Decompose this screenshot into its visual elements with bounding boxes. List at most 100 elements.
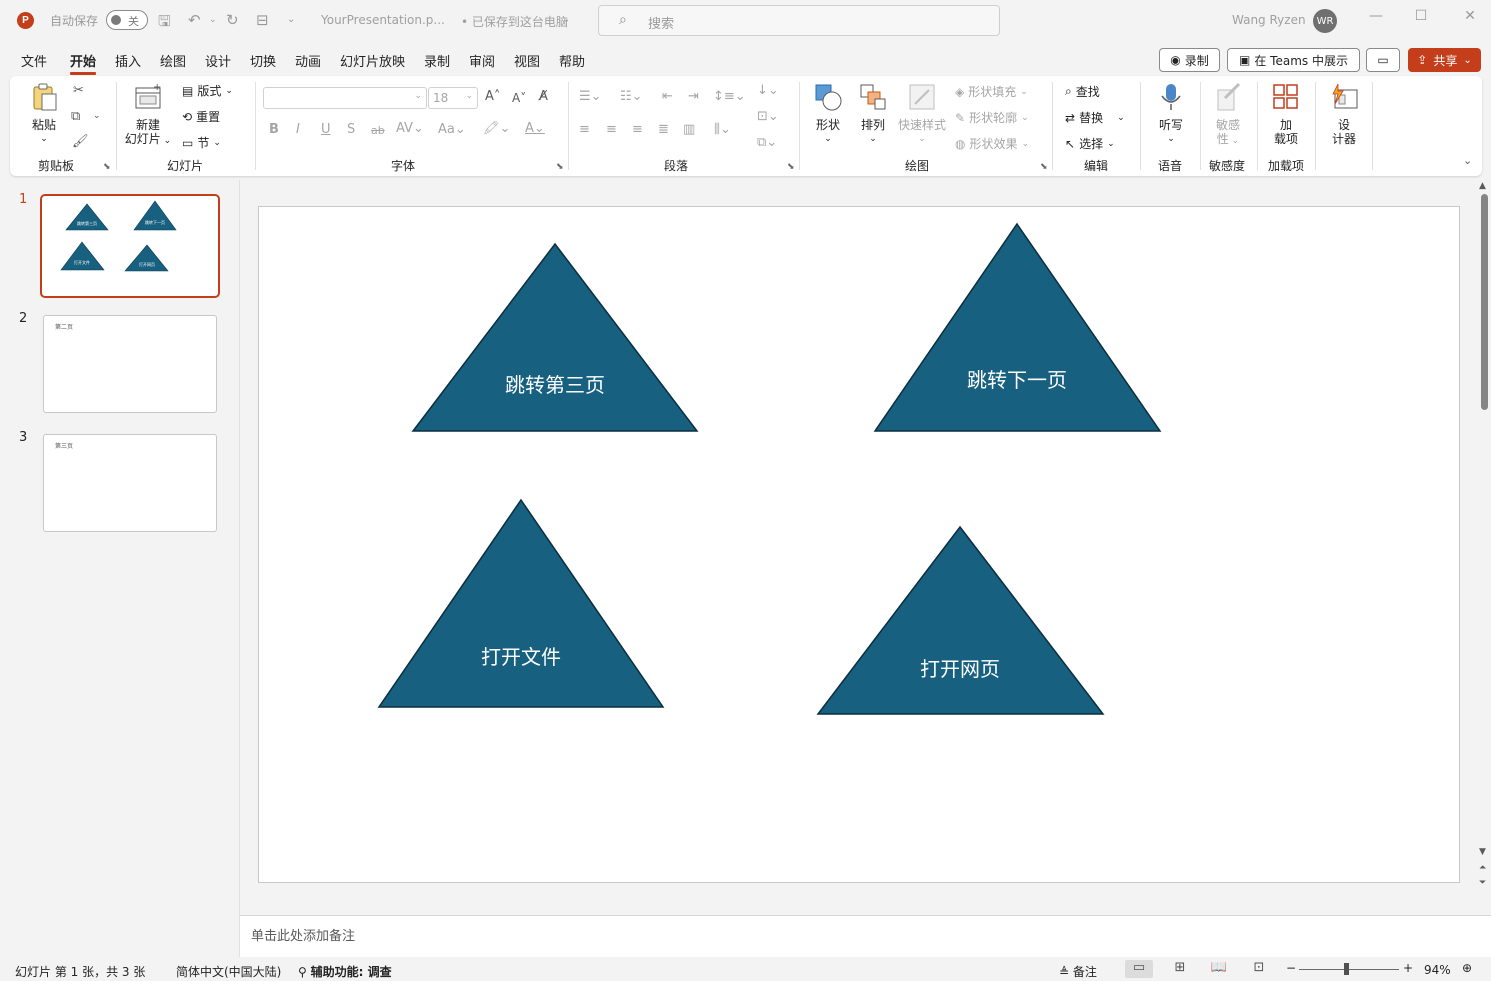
slide-thumbnail-1[interactable]: 跳转第三页 跳转下一页 打开文件 打开网页 [40,194,220,298]
reading-view-icon[interactable]: 📖 [1205,960,1233,978]
paragraph-launcher-icon[interactable]: ⬊ [787,162,795,172]
dictate-button[interactable]: 听写 ⌄ [1153,82,1189,146]
tab-design[interactable]: 设计 [205,51,231,70]
user-name[interactable]: Wang Ryzen [1232,13,1306,27]
new-slide-dropdown-icon[interactable]: ⌄ [161,136,172,146]
tab-insert[interactable]: 插入 [115,51,141,70]
record-button[interactable]: ◉ 录制 [1159,48,1220,72]
notes-toggle[interactable]: ≜ 备注 [1059,963,1097,980]
normal-view-icon[interactable]: ▭ [1125,960,1153,978]
scroll-up-icon[interactable]: ▲ [1479,181,1486,191]
tab-slideshow[interactable]: 幻灯片放映 [340,51,405,70]
cut-icon[interactable]: ✂ [73,83,84,98]
triangle-jump-page-3[interactable] [411,242,699,432]
select-button[interactable]: ↖ 选择 ⌄ [1065,135,1115,152]
tab-transitions[interactable]: 切换 [250,51,276,70]
clear-format-icon[interactable]: A̸ [539,89,548,104]
new-slide-button[interactable]: + 新建 幻灯片 ⌄ [124,82,172,148]
save-icon[interactable]: 🖫 [158,11,171,36]
sensitivity-button[interactable]: 敏感 性 ⌄ [1210,82,1246,148]
addins-button[interactable]: 加 载项 [1268,82,1304,146]
undo-icon[interactable]: ↶ [188,11,201,29]
highlight-color-icon[interactable]: 🖍⌄ [483,121,510,136]
avatar[interactable]: WR [1313,9,1337,33]
file-name[interactable]: YourPresentation.p... [321,13,445,27]
section-button[interactable]: ▭ 节 ⌄ [182,134,221,151]
align-right-icon[interactable]: ≡ [632,122,643,137]
copy-dropdown-icon[interactable]: ⌄ [93,111,101,121]
decrease-font-icon[interactable]: A˅ [512,91,526,105]
smartart-icon[interactable]: ⧉⌄ [757,135,777,150]
ribbon-collapse-icon[interactable]: ⌄ [1463,154,1472,167]
notes-pane[interactable]: 单击此处添加备注 [240,915,1491,957]
arrange-button[interactable]: 排列 ⌄ [855,82,891,146]
tab-animations[interactable]: 动画 [295,51,321,70]
align-center-icon[interactable]: ≡ [606,122,617,137]
autosave-toggle[interactable]: 关 [106,10,148,30]
zoom-level[interactable]: 94% [1424,963,1451,977]
line-spacing-icon[interactable]: ↕≡⌄ [713,89,746,104]
slide-thumbnail-2[interactable]: 第二页 [43,315,217,413]
share-dropdown-icon[interactable]: ⌄ [1463,55,1471,66]
numbering-icon[interactable]: ☷⌄ [620,89,643,104]
find-button[interactable]: ⌕ 查找 [1065,83,1100,100]
tab-help[interactable]: 帮助 [559,51,585,70]
underline-icon[interactable]: U [321,122,331,137]
scroll-down-icon[interactable]: ▼ [1479,847,1486,857]
shape-fill-button[interactable]: ◈ 形状填充 ⌄ [955,83,1028,100]
decrease-indent-icon[interactable]: ⇤ [662,89,673,104]
previous-slide-icon[interactable]: ⏶ [1479,863,1486,873]
align-left-icon[interactable]: ≡ [579,122,590,137]
font-color-icon[interactable]: A⌄ [525,121,545,136]
minimize-icon[interactable]: — [1361,8,1391,32]
undo-dropdown-icon[interactable]: ⌄ [209,15,217,25]
triangle-open-webpage[interactable] [816,525,1105,715]
bold-icon[interactable]: B [269,122,279,137]
vertical-scrollbar[interactable]: ▲ ▼ ⏶ ⏷ [1478,180,1491,915]
font-name-combo[interactable]: ⌄ [263,87,427,109]
fit-to-window-icon[interactable]: ⊕ [1462,961,1472,975]
tab-file[interactable]: 文件 [21,51,47,70]
save-status[interactable]: • 已保存到这台电脑 [461,13,568,30]
tab-draw[interactable]: 绘图 [160,51,186,70]
zoom-slider-handle[interactable] [1344,963,1349,975]
tab-view[interactable]: 视图 [514,51,540,70]
redo-icon[interactable]: ↻ [226,11,239,29]
slide-thumbnail-3[interactable]: 第三页 [43,434,217,532]
paste-button[interactable]: 粘贴 ⌄ [28,82,60,146]
font-launcher-icon[interactable]: ⬊ [556,162,564,172]
shape-effects-button[interactable]: ◍ 形状效果 ⌄ [955,135,1029,152]
increase-indent-icon[interactable]: ⇥ [688,89,699,104]
zoom-slider[interactable] [1299,969,1399,970]
slide-canvas[interactable]: 跳转第三页 跳转下一页 打开文件 打开网页 [258,206,1460,883]
maximize-icon[interactable]: ☐ [1406,8,1436,32]
present-in-teams-button[interactable]: ▣ 在 Teams 中展示 [1227,48,1360,72]
clipboard-launcher-icon[interactable]: ⬊ [103,162,111,172]
close-icon[interactable]: ✕ [1455,8,1485,32]
increase-font-icon[interactable]: A˄ [485,89,500,104]
customize-toolbar-icon[interactable]: ⌄ [287,14,295,25]
zoom-in-icon[interactable]: + [1403,961,1413,975]
align-text-icon[interactable]: ⊡⌄ [757,109,779,124]
zoom-out-icon[interactable]: − [1286,961,1296,975]
search-box[interactable]: ⌕ 搜索 [598,5,1000,36]
character-spacing-icon[interactable]: AV⌄ [396,121,424,136]
shadow-icon[interactable]: S [347,122,355,137]
italic-icon[interactable]: I [296,122,300,137]
font-size-combo[interactable]: 18 ⌄ [428,87,478,109]
save-status-dropdown-icon[interactable]: ⌄ [562,14,570,25]
replace-button[interactable]: ⇄ 替换 ⌄ [1065,109,1125,126]
format-painter-icon[interactable]: 🖌 [72,134,89,149]
tab-review[interactable]: 审阅 [469,51,495,70]
tab-home[interactable]: 开始 [70,51,97,75]
scrollbar-thumb[interactable] [1481,194,1488,410]
bullets-icon[interactable]: ☰⌄ [579,89,602,104]
accessibility-status[interactable]: ⚲ 辅助功能: 调查 [298,963,392,980]
slideshow-icon[interactable]: ⊡ [1245,960,1273,978]
language-status[interactable]: 简体中文(中国大陆) [176,963,281,980]
tab-record[interactable]: 录制 [424,51,450,70]
text-direction-icon[interactable]: ↓⌄ [757,83,779,98]
designer-button[interactable]: 设 计器 [1326,82,1362,146]
justify-icon[interactable]: ≣ [658,122,669,137]
strikethrough-icon[interactable]: ab [371,124,385,137]
